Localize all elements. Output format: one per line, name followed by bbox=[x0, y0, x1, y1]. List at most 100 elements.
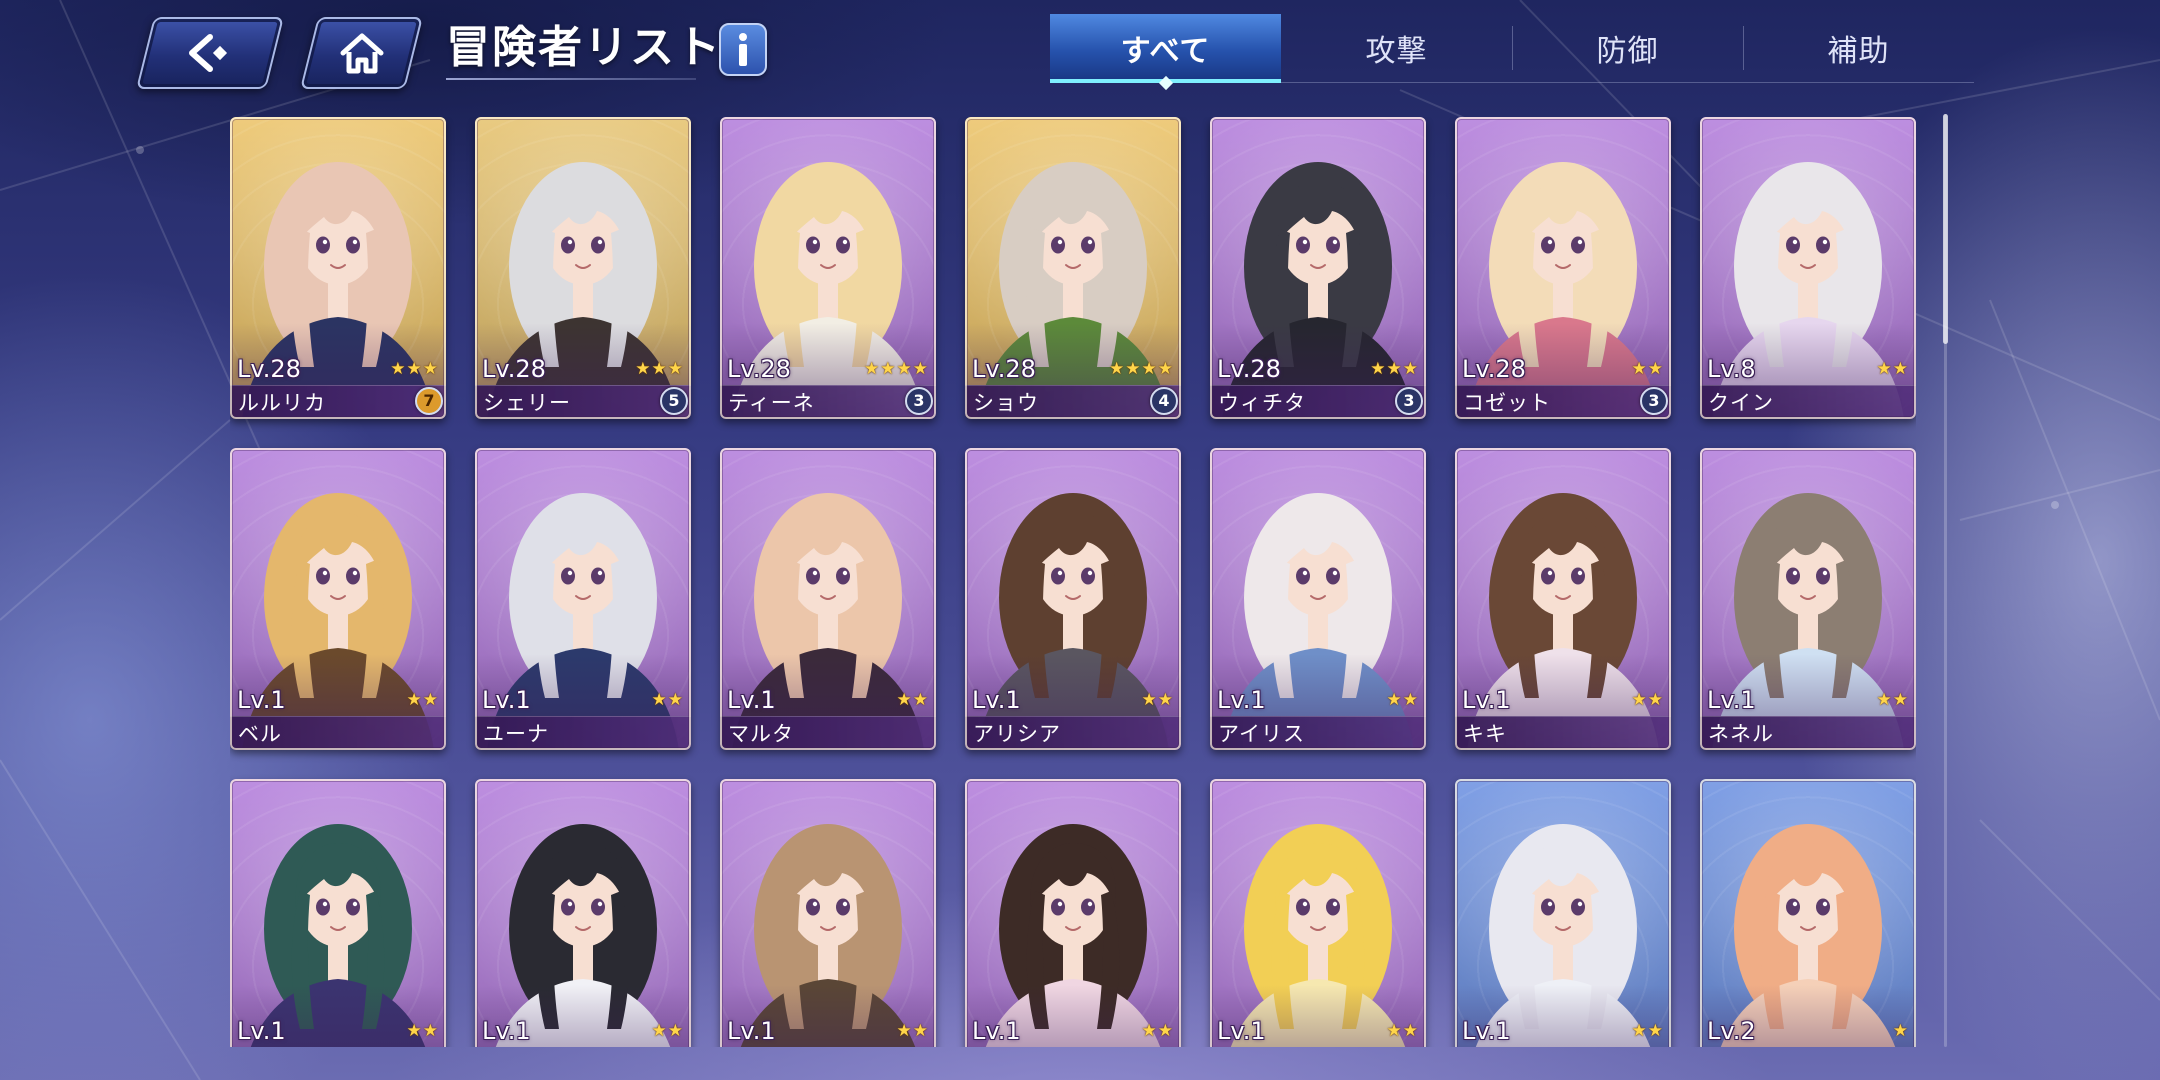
info-button[interactable] bbox=[719, 23, 767, 76]
portrait-eye-right bbox=[591, 567, 605, 585]
level-label: Lv.28 bbox=[727, 355, 791, 383]
star-rating: ★ ★ bbox=[652, 1021, 684, 1041]
name-bar: ネネル bbox=[1700, 716, 1916, 750]
adventurer-card[interactable]: Lv.1 ★ ★ bbox=[475, 779, 691, 1047]
tab-attack[interactable]: 攻撃 bbox=[1281, 14, 1512, 82]
portrait-eye-highlight bbox=[1577, 239, 1583, 245]
portrait-eye-highlight bbox=[1332, 570, 1338, 576]
portrait-eye-highlight bbox=[1822, 239, 1828, 245]
portrait-eye-left bbox=[1296, 898, 1310, 916]
adventurer-card[interactable]: Lv.28 ★ ★ ★ ★ ショウ 4 bbox=[965, 117, 1181, 419]
adventurer-card[interactable]: Lv.1 ★ ★ bbox=[720, 779, 936, 1047]
star-rating: ★ ★ bbox=[1387, 1021, 1419, 1041]
name-bar: ユーナ bbox=[475, 716, 691, 750]
portrait-eye-left bbox=[561, 567, 575, 585]
level-label: Lv.28 bbox=[482, 355, 546, 383]
star-icon: ★ bbox=[1109, 359, 1125, 379]
adventurer-name: キキ bbox=[1463, 722, 1507, 746]
portrait-eye-right bbox=[836, 898, 850, 916]
level-label: Lv.1 bbox=[237, 686, 286, 714]
adventurer-card[interactable]: Lv.1 ★ ★ アリシア bbox=[965, 448, 1181, 750]
adventurer-name: シェリー bbox=[483, 391, 571, 415]
star-rating: ★ ★ bbox=[1142, 1021, 1174, 1041]
portrait-eye-highlight bbox=[1792, 901, 1798, 907]
adventurer-card[interactable]: Lv.28 ★ ★ ★ ★ ティーネ 3 bbox=[720, 117, 936, 419]
title-underline bbox=[446, 78, 696, 80]
star-icon: ★ bbox=[1402, 1021, 1418, 1041]
portrait-eye-highlight bbox=[1057, 239, 1063, 245]
tab-all[interactable]: すべて bbox=[1050, 14, 1281, 91]
level-label: Lv.1 bbox=[1462, 686, 1511, 714]
portrait-eye-left bbox=[561, 898, 575, 916]
portrait-eye-left bbox=[1051, 567, 1065, 585]
portrait-eye-left bbox=[316, 567, 330, 585]
adventurer-card[interactable]: Lv.1 ★ ★ bbox=[230, 779, 446, 1047]
portrait-eye-right bbox=[1571, 236, 1585, 254]
name-bar: ティーネ 3 bbox=[720, 385, 936, 419]
star-rating: ★ ★ bbox=[407, 690, 439, 710]
name-bar: ショウ 4 bbox=[965, 385, 1181, 419]
adventurer-card[interactable]: Lv.1 ★ ★ マルタ bbox=[720, 448, 936, 750]
portrait-eye-highlight bbox=[1332, 901, 1338, 907]
level-label: Lv.1 bbox=[972, 1017, 1021, 1045]
star-icon: ★ bbox=[880, 359, 896, 379]
portrait-eye-highlight bbox=[352, 239, 358, 245]
portrait-eye-right bbox=[346, 898, 360, 916]
adventurer-card[interactable]: Lv.28 ★ ★ ★ ウィチタ 3 bbox=[1210, 117, 1426, 419]
back-arrow-chevron bbox=[189, 34, 213, 72]
portrait-eye-left bbox=[1541, 236, 1555, 254]
portrait-eye-right bbox=[1081, 236, 1095, 254]
filter-tabs: すべて 攻撃 防御 補助 bbox=[1050, 14, 1974, 91]
adventurer-card[interactable]: Lv.1 ★ ★ ネネル bbox=[1700, 448, 1916, 750]
name-bar: ウィチタ 3 bbox=[1210, 385, 1426, 419]
star-icon: ★ bbox=[390, 359, 406, 379]
adventurer-card[interactable]: Lv.28 ★ ★ コゼット 3 bbox=[1455, 117, 1671, 419]
home-roof bbox=[340, 33, 383, 56]
portrait-eye-highlight bbox=[1822, 570, 1828, 576]
adventurer-card[interactable]: Lv.8 ★ ★ クイン bbox=[1700, 117, 1916, 419]
bg-dot bbox=[136, 146, 144, 154]
portrait-eye-highlight bbox=[1792, 239, 1798, 245]
adventurer-card[interactable]: Lv.1 ★ ★ キキ bbox=[1455, 448, 1671, 750]
adventurer-name: ベル bbox=[238, 722, 282, 746]
back-button[interactable] bbox=[136, 17, 284, 89]
bg-line bbox=[1989, 299, 2160, 721]
name-bar: マルタ bbox=[720, 716, 936, 750]
adventurer-card[interactable]: Lv.1 ★ ★ ユーナ bbox=[475, 448, 691, 750]
portrait-eye-right bbox=[1081, 898, 1095, 916]
portrait-eye-highlight bbox=[597, 570, 603, 576]
adventurer-name: ショウ bbox=[973, 391, 1039, 415]
home-button[interactable] bbox=[300, 17, 423, 89]
star-rating: ★ ★ bbox=[1632, 359, 1664, 379]
star-icon: ★ bbox=[912, 359, 928, 379]
adventurer-card[interactable]: Lv.28 ★ ★ ★ シェリー 5 bbox=[475, 117, 691, 419]
level-label: Lv.1 bbox=[482, 686, 531, 714]
adventurer-card[interactable]: Lv.2 ★ bbox=[1700, 779, 1916, 1047]
star-icon: ★ bbox=[1141, 1021, 1157, 1041]
star-icon: ★ bbox=[422, 690, 438, 710]
portrait-eye-highlight bbox=[567, 239, 573, 245]
tab-label: 攻撃 bbox=[1365, 34, 1428, 69]
tab-defense[interactable]: 防御 bbox=[1512, 14, 1743, 82]
star-icon: ★ bbox=[896, 359, 912, 379]
adventurer-card[interactable]: Lv.1 ★ ★ bbox=[1455, 779, 1671, 1047]
portrait-eye-right bbox=[1326, 567, 1340, 585]
level-label: Lv.28 bbox=[237, 355, 301, 383]
adventurer-card[interactable]: Lv.28 ★ ★ ★ ルルリカ 7 bbox=[230, 117, 446, 419]
adventurer-card[interactable]: Lv.1 ★ ★ アイリス bbox=[1210, 448, 1426, 750]
adventurer-card[interactable]: Lv.1 ★ ★ bbox=[965, 779, 1181, 1047]
adventurer-card[interactable]: Lv.1 ★ ★ ベル bbox=[230, 448, 446, 750]
adventurer-name: ウィチタ bbox=[1218, 391, 1306, 415]
portrait-eye-highlight bbox=[1302, 570, 1308, 576]
portrait-eye-right bbox=[1571, 898, 1585, 916]
adventurer-name: マルタ bbox=[728, 722, 794, 746]
star-rating: ★ ★ ★ bbox=[390, 359, 438, 379]
portrait-eye-right bbox=[346, 236, 360, 254]
portrait-eye-left bbox=[561, 236, 575, 254]
star-icon: ★ bbox=[1647, 690, 1663, 710]
star-icon: ★ bbox=[1370, 359, 1386, 379]
tab-support[interactable]: 補助 bbox=[1743, 14, 1974, 82]
portrait-eye-left bbox=[1541, 898, 1555, 916]
scrollbar-thumb[interactable] bbox=[1943, 114, 1948, 344]
adventurer-card[interactable]: Lv.1 ★ ★ bbox=[1210, 779, 1426, 1047]
